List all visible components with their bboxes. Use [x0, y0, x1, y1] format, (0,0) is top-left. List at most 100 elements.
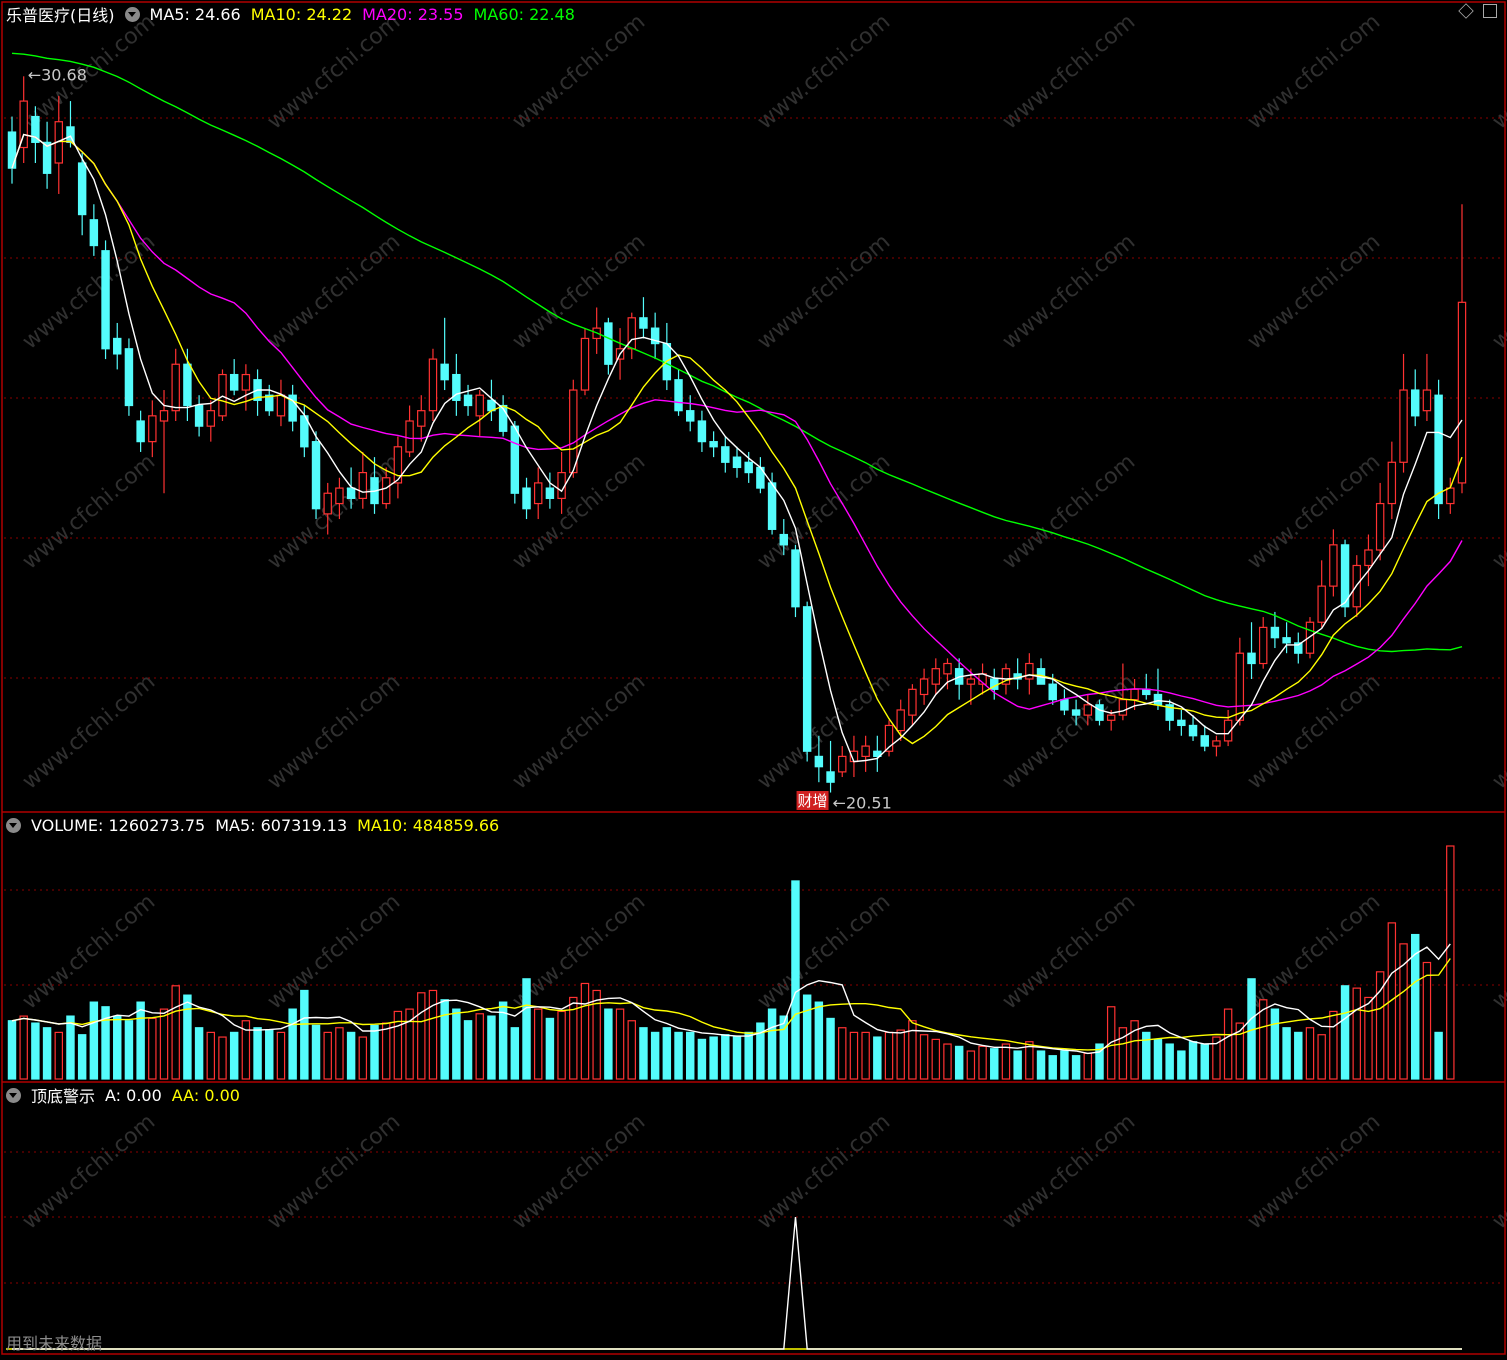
volume-bar-down: [124, 1020, 134, 1080]
volume-ma5-label: MA5: 607319.13: [215, 815, 348, 835]
candle-up: [475, 394, 484, 417]
candle-down: [89, 219, 99, 247]
candle-down: [1188, 724, 1198, 737]
watermark-text: www.cfchi.com: [998, 449, 1140, 574]
candle-down: [311, 441, 321, 510]
volume-bar-down: [639, 1027, 648, 1080]
chevron-down-icon[interactable]: [124, 6, 140, 22]
diamond-icon[interactable]: [1458, 3, 1474, 19]
volume-bar-up: [1223, 1008, 1233, 1080]
ma60-label: MA60: 22.48: [473, 4, 575, 24]
watermark-text: www.cfchi.com: [1488, 1109, 1507, 1234]
volume-bar-up: [1083, 1052, 1093, 1080]
candle-up: [171, 363, 180, 412]
volume-bar-down: [194, 1027, 204, 1080]
candle-down: [440, 363, 449, 381]
candle-down: [639, 317, 648, 329]
candle-down: [194, 404, 204, 427]
candle-up: [569, 389, 578, 474]
candle-down: [1270, 626, 1280, 639]
volume-bar-down: [873, 1036, 882, 1080]
candle-down: [697, 420, 707, 443]
volume-bar-up: [557, 1010, 566, 1080]
chart-canvas[interactable]: www.cfchi.com www.cfchi.com www.cfchi.com w…: [0, 0, 1507, 1356]
indicator-panel-header: 顶底警示 A: 0.00 AA: 0.00: [6, 1084, 250, 1106]
window-controls: [1458, 3, 1497, 19]
volume-bar-down: [767, 1008, 777, 1080]
volume-bar-down: [697, 1038, 707, 1080]
volume-bar-up: [838, 1027, 847, 1080]
candle-up: [896, 709, 905, 732]
volume-bar-up: [1001, 1043, 1011, 1080]
volume-bar-up: [218, 1036, 227, 1080]
chevron-down-icon[interactable]: [6, 817, 21, 833]
candle-down: [1411, 389, 1420, 417]
watermark-text: www.cfchi.com: [753, 1109, 895, 1234]
candle-down: [124, 348, 134, 407]
volume-bar-down: [1071, 1055, 1081, 1080]
volume-bar-down: [1282, 1027, 1291, 1080]
volume-bar-up: [171, 985, 180, 1080]
volume-bar-up: [358, 1036, 368, 1080]
volume-bar-down: [311, 1024, 321, 1080]
volume-bar-down: [814, 1001, 824, 1080]
candle-down: [1060, 699, 1069, 711]
watermark-text: www.cfchi.com: [998, 889, 1140, 1014]
volume-bar-down: [136, 1001, 145, 1080]
candle-up: [580, 337, 590, 391]
watermark-text: www.cfchi.com: [753, 669, 895, 794]
candle-down: [709, 441, 718, 448]
volume-bar-down: [686, 1031, 695, 1080]
candle-down: [101, 250, 110, 350]
volume-bar-down: [42, 1027, 52, 1080]
box-icon[interactable]: [1483, 4, 1497, 18]
volume-bar-down: [1294, 1031, 1303, 1080]
candle-up: [148, 415, 157, 443]
candle-up: [276, 394, 286, 417]
candle-up: [1235, 652, 1245, 721]
volume-bar-down: [1036, 1050, 1046, 1080]
watermark-text: www.cfchi.com: [753, 229, 895, 354]
watermark-text: www.cfchi.com: [1488, 9, 1507, 134]
volume-bar-up: [335, 1027, 344, 1080]
candle-down: [604, 322, 613, 365]
watermark-text: www.cfchi.com: [18, 449, 160, 574]
indicator-aa-label: AA: 0.00: [171, 1085, 240, 1105]
watermark-text: www.cfchi.com: [753, 889, 895, 1014]
watermark-text: www.cfchi.com: [18, 1109, 160, 1234]
candle-up: [218, 373, 227, 417]
chevron-down-icon[interactable]: [6, 1087, 21, 1103]
volume-bar-down: [721, 1034, 730, 1080]
volume-bar-up: [966, 1050, 976, 1080]
candle-down: [779, 533, 788, 546]
stock-title[interactable]: 乐普医疗(日线): [6, 2, 115, 26]
volume-bar-down: [1200, 1043, 1209, 1080]
watermark-text: www.cfchi.com: [263, 1109, 405, 1234]
watermark-text: www.cfchi.com: [1243, 9, 1385, 134]
watermark-text: www.cfchi.com: [263, 889, 405, 1014]
volume-bar-down: [229, 1031, 239, 1080]
volume-bar-up: [381, 1022, 391, 1080]
candle-up: [1457, 301, 1467, 484]
candle-down: [1177, 719, 1186, 727]
candle-down: [510, 425, 520, 494]
chart-window[interactable]: www.cfchi.com www.cfchi.com www.cfchi.com w…: [0, 0, 1507, 1356]
price-panel-header: 乐普医疗(日线) MA5: 24.66 MA10: 24.22 MA20: 23…: [6, 2, 585, 26]
watermark-text: www.cfchi.com: [263, 669, 405, 794]
candle-down: [1071, 709, 1081, 716]
candle-down: [721, 446, 730, 463]
volume-bar-up: [533, 1008, 543, 1080]
volume-bar-down: [31, 1022, 40, 1080]
candle-down: [113, 337, 122, 355]
candle-down: [1434, 394, 1443, 505]
volume-bar-up: [931, 1038, 941, 1080]
volume-bar-down: [113, 1015, 122, 1080]
volume-bar-down: [744, 1031, 753, 1080]
indicator-name[interactable]: 顶底警示: [31, 1083, 95, 1107]
volume-bar-up: [849, 1031, 859, 1080]
watermark-text: www.cfchi.com: [18, 889, 160, 1014]
stock-name: 乐普医疗: [6, 6, 71, 25]
volume-bar-down: [265, 1029, 274, 1080]
volume-bar-down: [604, 1008, 613, 1080]
volume-bar-down: [674, 1031, 683, 1080]
